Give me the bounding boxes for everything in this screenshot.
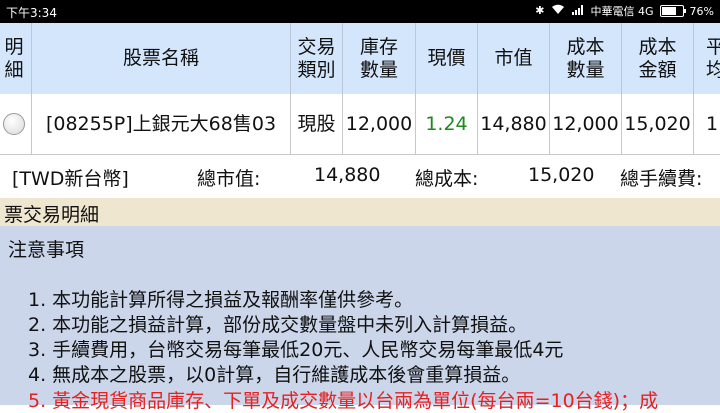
summary-total-fee-label: 總手續費: xyxy=(620,168,703,190)
header-cost-amount[interactable]: 成本 金額 xyxy=(622,23,694,94)
notice-title: 注意事項 xyxy=(8,239,85,261)
holdings-table-header: 明細 股票名稱 交易 類別 庫存 數量 現價 市值 成本 數量 成本 金額 平 … xyxy=(0,23,720,94)
summary-total-value: 14,880 xyxy=(314,164,381,186)
summary-total-value-label: 總市值: xyxy=(197,168,261,190)
notice-item: 1. 本功能計算所得之損益及報酬率僅供參考。 xyxy=(28,289,414,311)
row-radio-button[interactable] xyxy=(3,113,25,135)
carrier-label: 中華電信 4G xyxy=(590,5,654,18)
wifi-icon xyxy=(551,4,565,19)
cell-cost-amount: 15,020 xyxy=(622,94,694,154)
cell-stock-qty: 12,000 xyxy=(343,94,416,154)
header-stock-qty[interactable]: 庫存 數量 xyxy=(343,23,416,94)
bluetooth-icon: ✱ xyxy=(535,4,545,17)
notice-item: 4. 無成本之股票，以0計算，自行維護成本後會重算損益。 xyxy=(28,364,521,386)
header-avg[interactable]: 平 均 xyxy=(694,23,720,94)
section-header: 票交易明細 xyxy=(0,198,720,226)
cell-stock-name: [08255P]上銀元大68售03 xyxy=(32,94,291,154)
header-trade-type-line1: 交易 xyxy=(297,35,336,58)
notice-item: 2. 本功能之損益計算，部份成交數量盤中未列入計算損益。 xyxy=(28,314,528,336)
cell-trade-type: 現股 xyxy=(291,94,343,154)
header-price[interactable]: 現價 xyxy=(416,23,478,94)
header-avg-line1: 平 xyxy=(706,35,720,58)
section-title: 票交易明細 xyxy=(4,204,100,226)
header-stock-name-label: 股票名稱 xyxy=(122,47,199,69)
battery-percent: 76% xyxy=(689,4,714,18)
header-stock-qty-line2: 數量 xyxy=(359,58,398,81)
cell-avg-partial: 1 xyxy=(706,112,719,135)
battery-fill xyxy=(661,7,676,15)
header-cost-amount-line2: 金額 xyxy=(638,58,677,81)
header-market-value[interactable]: 市值 xyxy=(478,23,550,94)
header-cost-qty-line2: 數量 xyxy=(566,58,605,81)
status-time: 下午3:34 xyxy=(6,6,57,20)
cell-price: 1.24 xyxy=(416,94,478,154)
notice-item: 3. 手續費用，台幣交易每筆最低20元、人民幣交易每筆最低4元 xyxy=(28,339,564,361)
summary-total-cost: 15,020 xyxy=(528,164,595,186)
cell-market-value: 14,880 xyxy=(478,94,550,154)
header-detail[interactable]: 明細 xyxy=(0,23,32,94)
summary-currency: [TWD新台幣] xyxy=(12,168,129,190)
notice-item-warning: 5. 黃金現貨商品庫存、下單及成交數量以台兩為單位(每台兩=10台錢)；成 xyxy=(28,390,659,412)
header-cost-qty-line1: 成本 xyxy=(566,35,605,58)
status-bar: 下午3:34 ✱ 中華電信 4G 76% xyxy=(0,0,720,23)
row-select-cell xyxy=(0,94,32,154)
table-row[interactable]: [08255P]上銀元大68售03 現股 12,000 1.24 14,880 … xyxy=(0,94,720,155)
header-avg-line2: 均 xyxy=(706,58,720,81)
header-trade-type-line2: 類別 xyxy=(297,58,336,81)
header-stock-name[interactable]: 股票名稱 xyxy=(32,23,291,94)
header-market-value-label: 市值 xyxy=(494,47,533,69)
header-cost-qty[interactable]: 成本 數量 xyxy=(550,23,622,94)
summary-total-cost-label: 總成本: xyxy=(415,168,479,190)
status-right: ✱ 中華電信 4G 76% xyxy=(535,3,714,19)
battery-icon xyxy=(659,5,686,17)
signal-icon xyxy=(571,4,585,19)
notice-panel: 注意事項 1. 本功能計算所得之損益及報酬率僅供參考。 2. 本功能之損益計算，… xyxy=(0,226,720,412)
header-detail-label: 明細 xyxy=(4,35,24,81)
header-trade-type[interactable]: 交易 類別 xyxy=(291,23,343,94)
summary-bar: [TWD新台幣] 總市值: 14,880 總成本: 15,020 總手續費: xyxy=(0,155,720,197)
header-price-label: 現價 xyxy=(427,47,466,69)
header-stock-qty-line1: 庫存 xyxy=(359,35,398,58)
header-cost-amount-line1: 成本 xyxy=(638,35,677,58)
cell-cost-qty: 12,000 xyxy=(550,94,622,154)
